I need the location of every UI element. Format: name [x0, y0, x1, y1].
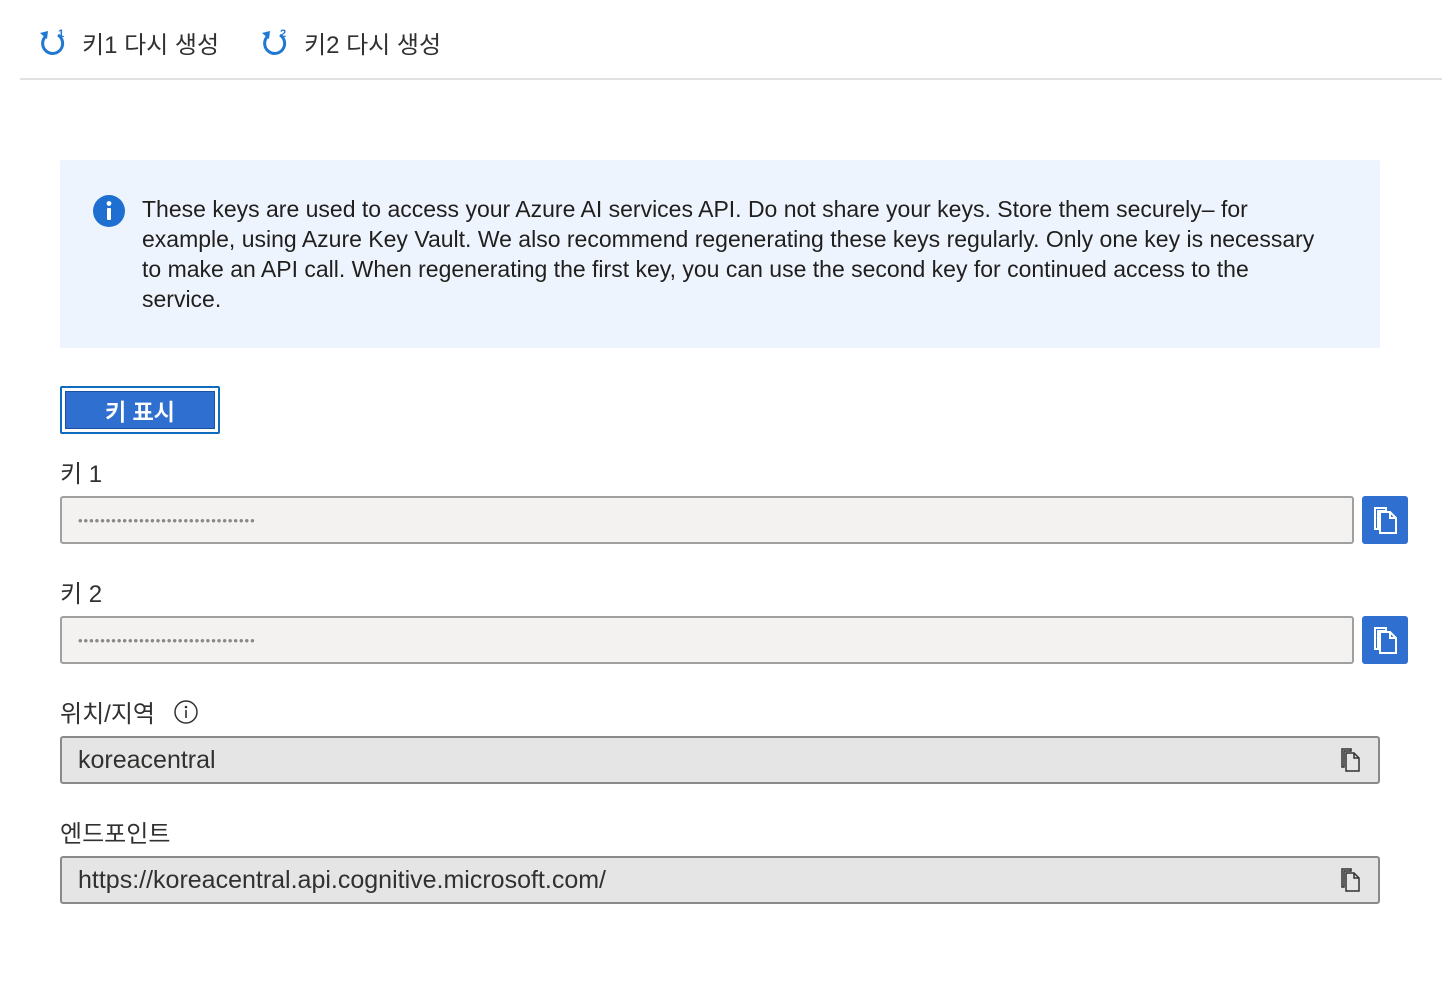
- key2-field[interactable]: ••••••••••••••••••••••••••••••••: [60, 616, 1354, 664]
- regenerate-key1-button[interactable]: 1 키1 다시 생성: [36, 22, 219, 62]
- location-value: koreacentral: [78, 745, 216, 774]
- info-message-text: These keys are used to access your Azure…: [142, 196, 1315, 312]
- endpoint-label-text: 엔드포인트: [60, 821, 171, 848]
- key2-label-text: 키 2: [60, 581, 103, 608]
- copy-icon: [1374, 507, 1397, 534]
- key1-value: ••••••••••••••••••••••••••••••••: [78, 512, 256, 528]
- endpoint-label: 엔드포인트: [60, 814, 170, 849]
- location-label: 위치/지역: [60, 694, 199, 729]
- endpoint-field[interactable]: https://koreacentral.api.cognitive.micro…: [60, 856, 1380, 904]
- key2-label: 키 2: [60, 574, 102, 609]
- info-icon: [93, 195, 125, 227]
- refresh-icon: 2: [262, 28, 287, 55]
- key1-label: 키 1: [60, 454, 102, 489]
- key2-badge: 2: [280, 28, 286, 40]
- copy-key1-button[interactable]: [1362, 496, 1408, 544]
- key1-field[interactable]: ••••••••••••••••••••••••••••••••: [60, 496, 1354, 544]
- help-icon[interactable]: [173, 699, 199, 725]
- regenerate-key1-label: 키1 다시 생성: [82, 31, 220, 59]
- show-keys-button[interactable]: 키 표시: [60, 386, 220, 434]
- command-bar: 1 키1 다시 생성 2 키2 다시 생성: [20, 0, 1442, 80]
- copy-key2-button[interactable]: [1362, 616, 1408, 664]
- copy-icon[interactable]: [1338, 747, 1364, 773]
- copy-icon[interactable]: [1338, 867, 1364, 893]
- key2-value: ••••••••••••••••••••••••••••••••: [78, 632, 256, 648]
- info-message-bar: These keys are used to access your Azure…: [60, 160, 1380, 348]
- refresh-icon: 1: [40, 28, 65, 55]
- key1-badge: 1: [58, 28, 64, 40]
- endpoint-value: https://koreacentral.api.cognitive.micro…: [78, 865, 607, 894]
- key1-label-text: 키 1: [60, 461, 103, 488]
- regenerate-key2-button[interactable]: 2 키2 다시 생성: [258, 22, 441, 62]
- regenerate-key2-label: 키2 다시 생성: [304, 31, 442, 59]
- show-keys-label: 키 표시: [65, 391, 215, 429]
- location-label-text: 위치/지역: [60, 701, 155, 728]
- copy-icon: [1374, 627, 1397, 654]
- location-field[interactable]: koreacentral: [60, 736, 1380, 784]
